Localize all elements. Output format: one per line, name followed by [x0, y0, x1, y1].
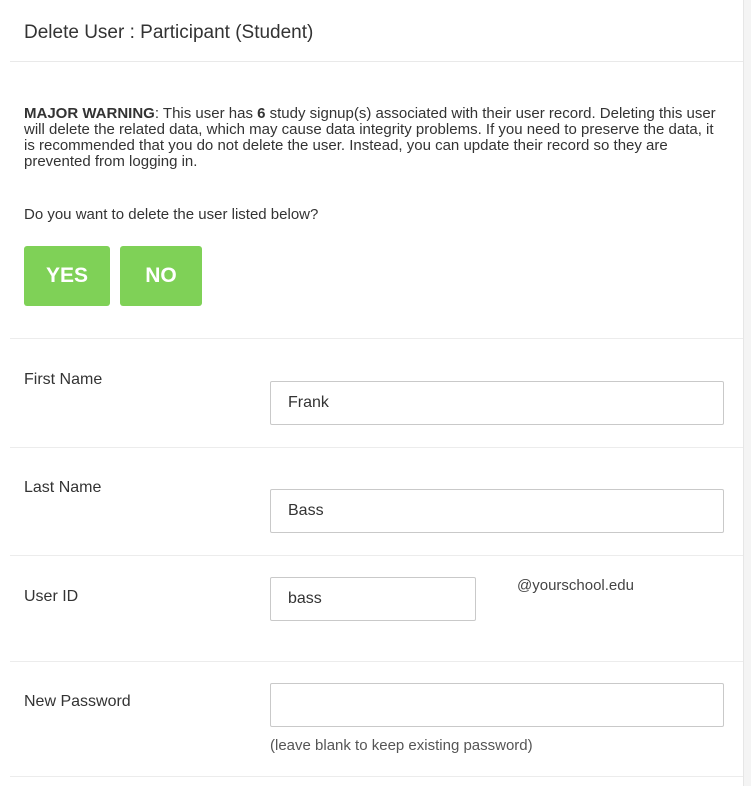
scrollbar-track[interactable] — [743, 0, 751, 786]
divider — [10, 776, 743, 777]
warning-text-start: : This user has — [154, 105, 258, 122]
panel-header: Delete User : Participant (Student) — [10, 0, 743, 62]
divider — [10, 555, 743, 556]
warning-label: MAJOR WARNING — [24, 105, 155, 122]
last-name-field[interactable]: Bass — [270, 489, 724, 533]
new-password-field[interactable] — [270, 683, 724, 727]
delete-user-panel: Delete User : Participant (Student) MAJO… — [10, 0, 743, 786]
warning-message: MAJOR WARNING: This user has 6 study sig… — [24, 106, 724, 170]
new-password-label: New Password — [24, 693, 131, 710]
first-name-field[interactable]: Frank — [270, 381, 724, 425]
divider — [10, 661, 743, 662]
email-domain-suffix: @yourschool.edu — [517, 577, 634, 594]
yes-button[interactable]: YES — [24, 246, 110, 306]
user-id-label: User ID — [24, 588, 79, 605]
no-button[interactable]: NO — [120, 246, 202, 306]
confirm-question: Do you want to delete the user listed be… — [24, 206, 319, 223]
divider — [10, 338, 743, 339]
first-name-label: First Name — [24, 371, 103, 388]
password-hint: (leave blank to keep existing password) — [270, 737, 533, 754]
divider — [10, 447, 743, 448]
last-name-label: Last Name — [24, 479, 102, 496]
user-id-field[interactable]: bass — [270, 577, 476, 621]
page-title: Delete User : Participant (Student) — [24, 22, 314, 43]
